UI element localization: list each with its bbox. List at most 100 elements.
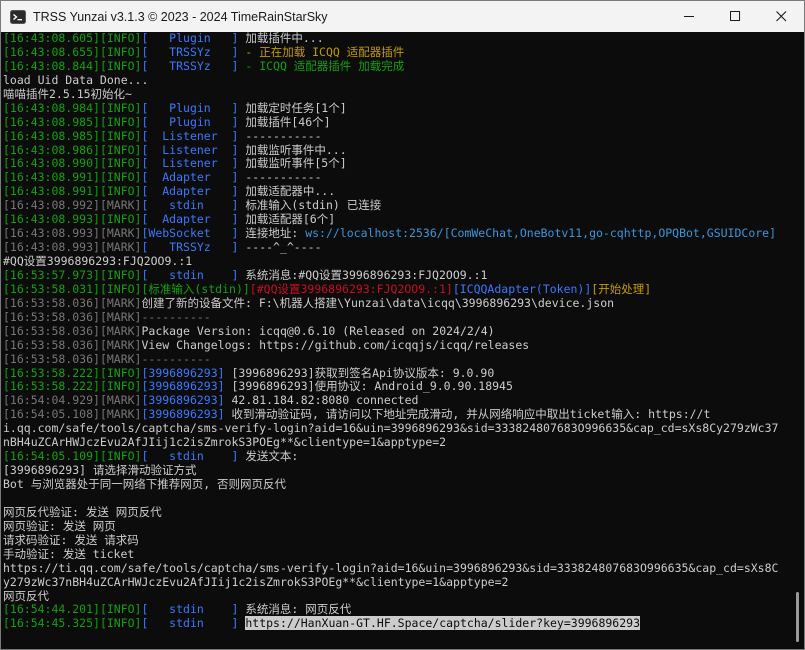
terminal-text: [MARK]	[99, 226, 142, 241]
terminal-line: [16:43:08.991][INFO][ Adapter ] 加载适配器中..…	[3, 184, 789, 199]
terminal-text: [16:43:08.991]	[3, 184, 100, 199]
terminal-text: 发送文本:	[238, 449, 299, 464]
terminal-text: [16:53:58.036]	[3, 323, 100, 338]
terminal-text: 连接地址:	[238, 226, 306, 241]
terminal-line: [16:53:58.036][MARK]----------	[3, 351, 789, 367]
maximize-icon[interactable]	[712, 1, 758, 32]
terminal-text: 加载监听事件[5个]	[238, 156, 347, 171]
terminal-line: y279zWc37nBH4uZCArHWJczEvu2AfJIij1c2isZm…	[3, 575, 789, 590]
terminal-text: [16:43:08.605]	[3, 32, 100, 45]
scrollbar-thumb[interactable]	[796, 592, 799, 642]
close-icon[interactable]	[758, 1, 804, 32]
terminal-line: [16:43:08.655][INFO][ TRSSYz ] - 正在加载 IC…	[3, 44, 789, 60]
title-bar[interactable]: TRSS Yunzai v3.1.3 © 2023 - 2024 TimeRai…	[1, 1, 804, 32]
terminal-text: 网页验证: 发送 网页	[3, 518, 116, 533]
terminal-text: 网页反代验证: 发送 网页反代	[3, 504, 162, 519]
terminal-text: [INFO]	[99, 100, 142, 115]
terminal-text: [ stdin ]	[141, 602, 239, 617]
terminal-line: i.qq.com/safe/tools/captcha/sms-verify-l…	[3, 421, 789, 436]
terminal-text: 喵喵插件2.5.15初始化~	[3, 86, 132, 101]
terminal-text: [16:43:08.991]	[3, 170, 100, 185]
terminal-text: [INFO]	[99, 170, 142, 185]
terminal-text: [INFO]	[99, 184, 142, 199]
terminal-text: -----------	[238, 170, 322, 185]
terminal-text: [3996896293] 请选择滑动验证方式	[3, 463, 197, 478]
terminal-line: [16:53:58.031][INFO][标准输入(stdin)][#QQ设置3…	[3, 281, 789, 297]
terminal-text: [MARK]	[99, 198, 142, 213]
terminal-text: https://ti.qq.com/safe/tools/captcha/sms…	[3, 560, 779, 575]
terminal-text: Package Version: icqq@0.6.10 (Released o…	[141, 323, 495, 338]
terminal-text: nBH4uZCArHWJczEvu2AfJIij1c2isZmrokS3POEg…	[3, 435, 447, 450]
terminal-text: #QQ设置3996896293:FJQ2OO9.:1	[3, 254, 193, 268]
terminal-line: 请求码验证: 发送 请求码	[3, 532, 789, 548]
terminal-line: load Uid Data Done...	[3, 73, 789, 88]
terminal-text: [16:43:08.844]	[3, 58, 100, 73]
terminal-line: [16:43:08.986][INFO][ Listener ] 加载监听事件中…	[3, 142, 789, 158]
terminal-text: [16:53:58.036]	[3, 295, 100, 310]
terminal-line: [16:43:08.990][INFO][ Listener ] 加载监听事件[…	[3, 156, 789, 171]
terminal-text: Bot 与浏览器处于同一网络下推荐网页, 否则网页反代	[3, 477, 287, 491]
selected-url-text[interactable]: https://HanXuan-GT.HF.Space/captcha/slid…	[245, 616, 641, 631]
terminal-text: [MARK]	[99, 351, 142, 366]
terminal-text: [INFO]	[99, 32, 142, 45]
terminal-text: - ICQQ 适配器插件 加载完成	[238, 58, 405, 73]
terminal-line: [16:43:08.985][INFO][ Plugin ] 加载插件[46个]	[3, 114, 789, 130]
terminal-text: [3996896293]	[141, 365, 225, 380]
scrollbar[interactable]	[790, 32, 804, 648]
terminal-line: [16:43:08.605][INFO][ Plugin ] 加载插件中...	[3, 32, 789, 46]
terminal-text: [INFO]	[99, 212, 142, 227]
terminal-text: [ Adapter ]	[141, 170, 239, 185]
terminal-icon	[9, 8, 26, 25]
terminal-text: [ TRSSYz ]	[141, 44, 239, 59]
terminal-line: #QQ设置3996896293:FJQ2OO9.:1	[3, 254, 789, 269]
terminal-text: [INFO]	[99, 156, 142, 171]
terminal-text: 系统消息:#QQ设置3996896293:FJQ2OO9.:1	[238, 267, 488, 282]
terminal-text: [ Listener ]	[141, 142, 239, 157]
terminal-text: [WebSocket ]	[141, 226, 239, 241]
terminal-text: 请求码验证: 发送 请求码	[3, 532, 139, 547]
terminal-line: [16:53:58.036][MARK]View Changelogs: htt…	[3, 337, 789, 353]
terminal-text: View Changelogs: https://github.com/icqq…	[141, 337, 530, 352]
terminal-line: 网页反代	[3, 589, 789, 604]
terminal-text: [MARK]	[99, 323, 142, 338]
terminal-text: 手动验证: 发送 ticket	[3, 546, 135, 561]
terminal-text: 加载适配器[6个]	[238, 212, 336, 227]
terminal-line: [16:43:08.991][INFO][ Adapter ] --------…	[3, 170, 789, 185]
terminal-text: 加载适配器中...	[238, 184, 336, 199]
terminal-text: 加载定时任务[1个]	[238, 100, 347, 115]
terminal-text: [16:53:58.222]	[3, 379, 100, 394]
terminal-text: [标准输入(stdin)]	[141, 281, 250, 296]
terminal-line: [16:54:05.109][INFO][ stdin ] 发送文本:	[3, 449, 789, 464]
terminal-text: [16:53:58.036]	[3, 309, 100, 324]
terminal-text: ----------	[141, 351, 211, 366]
terminal-output[interactable]: [16:43:08.605][INFO][ Plugin ] 加载插件中...[…	[3, 32, 789, 644]
minimize-icon[interactable]	[666, 1, 712, 32]
terminal-text: [INFO]	[99, 616, 142, 631]
terminal-line: [16:54:45.325][INFO][ stdin ] https://Ha…	[3, 616, 789, 631]
terminal-text: 加载插件中...	[238, 32, 324, 45]
terminal-text: [ TRSSYz ]	[141, 240, 239, 255]
terminal-text: -----------	[238, 128, 322, 143]
terminal-text: i.qq.com/safe/tools/captcha/sms-verify-l…	[3, 421, 779, 436]
terminal-text: [ Adapter ]	[141, 184, 239, 199]
terminal-text: [3996896293]	[141, 393, 225, 408]
terminal-text: 加载插件[46个]	[238, 114, 331, 129]
terminal-text: ----------	[141, 309, 211, 324]
terminal-line: [16:43:08.993][INFO][ Adapter ] 加载适配器[6个…	[3, 212, 789, 227]
terminal-text: [INFO]	[99, 267, 142, 282]
terminal-text: [ Listener ]	[141, 156, 239, 171]
terminal-text: [16:53:58.036]	[3, 337, 100, 352]
terminal-text: [16:43:08.992]	[3, 198, 100, 213]
terminal-text: [ Plugin ]	[141, 32, 239, 45]
terminal-line: Bot 与浏览器处于同一网络下推荐网页, 否则网页反代	[3, 477, 789, 492]
terminal-line: [16:43:08.985][INFO][ Listener ] -------…	[3, 128, 789, 144]
window-title: TRSS Yunzai v3.1.3 © 2023 - 2024 TimeRai…	[33, 9, 328, 24]
terminal-text: [3996896293]	[141, 407, 225, 422]
terminal-line: nBH4uZCArHWJczEvu2AfJIij1c2isZmrokS3POEg…	[3, 435, 789, 450]
terminal-text: [INFO]	[99, 379, 142, 394]
terminal-text: [ Plugin ]	[141, 114, 239, 129]
terminal-text: [INFO]	[99, 365, 142, 380]
terminal-line: [16:53:57.973][INFO][ stdin ] 系统消息:#QQ设置…	[3, 267, 789, 283]
terminal-line: 网页反代验证: 发送 网页反代	[3, 504, 789, 520]
